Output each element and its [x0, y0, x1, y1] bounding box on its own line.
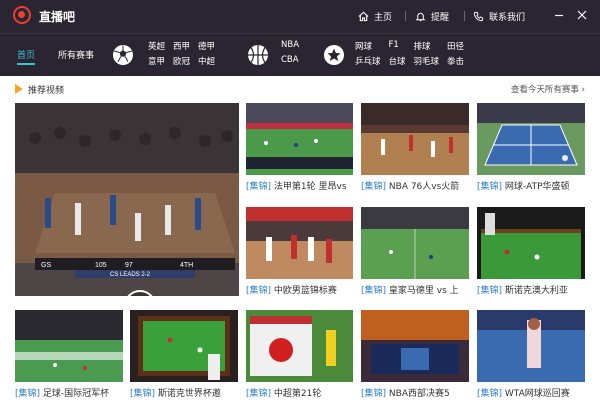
nav-league-item[interactable]: 中超 [198, 55, 215, 70]
nav-league-item[interactable]: 德甲 [198, 40, 215, 55]
soccer-field-image [361, 207, 469, 279]
video-caption[interactable]: [集锦] 斯诺克世界杯邀 [130, 386, 238, 399]
scoreboard-team: GS [41, 262, 51, 269]
video-caption[interactable]: [集锦] 皇家马德里 vs 上 [361, 283, 469, 296]
video-thumbnail[interactable] [477, 207, 585, 279]
bell-icon [415, 12, 426, 22]
nav-bar: 首页 所有赛事 英超 意甲 西甲 欧冠 德甲 中超 NBA CBA 网球 乒乓球… [0, 33, 600, 76]
soccer-field-image [15, 310, 123, 382]
basketball-court-image [361, 103, 469, 175]
featured-video-image: GS 105 97 4TH CS LEADS 2-2 [15, 103, 239, 296]
nav-league-item[interactable]: F1 [389, 40, 406, 55]
phone-icon [473, 11, 484, 22]
soccer-field-image [246, 103, 353, 175]
scoreboard-period: 4TH [180, 262, 193, 269]
app-logo-icon [13, 6, 31, 24]
divider [405, 11, 406, 21]
video-caption[interactable]: [集锦] NBA西部决赛5 [361, 386, 469, 399]
nav-league-item[interactable]: 拳击 [447, 55, 464, 70]
featured-video[interactable]: GS 105 97 4TH CS LEADS 2-2 [15, 103, 239, 296]
other-sports: 网球 乒乓球 F1 台球 排球 羽毛球 田径 拳击 [355, 40, 464, 70]
nav-league-item[interactable]: 台球 [389, 55, 406, 70]
nav-league-item[interactable]: 英超 [148, 40, 165, 55]
video-thumbnail[interactable] [246, 310, 353, 382]
basketball-leagues: NBA CBA [281, 40, 299, 70]
video-thumbnail[interactable] [477, 310, 585, 382]
team-lineup-image [246, 310, 353, 382]
football-leagues: 英超 意甲 西甲 欧冠 德甲 中超 [148, 40, 215, 70]
nav-league-item[interactable]: 欧冠 [173, 55, 190, 70]
football-icon [113, 45, 133, 65]
nav-league-item[interactable]: 网球 [355, 40, 381, 55]
section-header: 推荐视频 查看今天所有赛事 › [15, 83, 585, 97]
video-thumbnail[interactable] [15, 310, 123, 382]
home-link[interactable]: 主页 [358, 10, 392, 23]
notify-label: 提醒 [431, 13, 450, 23]
scoreboard-banner: CS LEADS 2-2 [110, 272, 151, 278]
video-caption[interactable]: [集锦] 足球-国际冠军杯 [15, 386, 123, 399]
nav-league-item[interactable]: 排球 [414, 40, 440, 55]
nav-all-tab[interactable]: 所有赛事 [58, 48, 94, 61]
close-icon[interactable] [576, 9, 588, 21]
video-caption[interactable]: [集锦] 网球-ATP华盛顿 [477, 179, 585, 192]
nav-league-item[interactable]: 羽毛球 [414, 55, 440, 70]
video-thumbnail[interactable] [246, 207, 353, 279]
section-title: 推荐视频 [28, 86, 65, 96]
video-caption[interactable]: [集锦] 中超第21轮 [246, 386, 353, 399]
video-thumbnail[interactable] [361, 310, 469, 382]
video-caption[interactable]: [集锦] WTA网球巡回赛 [477, 386, 585, 399]
video-caption[interactable]: [集锦] 法甲第1轮 里昂vs [246, 179, 353, 192]
contact-link[interactable]: 联系我们 [473, 10, 525, 23]
nav-league-item[interactable]: 田径 [447, 40, 464, 55]
video-thumbnail[interactable] [477, 103, 585, 175]
video-thumbnail[interactable] [361, 103, 469, 175]
nav-home-tab[interactable]: 首页 [17, 48, 36, 65]
starting-lineups-image [361, 310, 469, 382]
notify-link[interactable]: 提醒 [415, 10, 449, 23]
basketball-icon [248, 45, 268, 65]
scoreboard-score: 97 [125, 262, 133, 269]
view-all-link[interactable]: 查看今天所有赛事 › [511, 83, 585, 95]
nav-league-item[interactable]: 西甲 [173, 40, 190, 55]
tennis-player-image [477, 310, 585, 382]
nav-league-item[interactable]: 意甲 [148, 55, 165, 70]
app-title: 直播吧 [39, 10, 76, 24]
scoreboard-score: 105 [95, 262, 107, 269]
video-caption[interactable]: [集锦] 中欧男篮锦标赛 [246, 283, 353, 296]
snooker-table-image [477, 207, 585, 279]
home-icon [358, 11, 369, 22]
section-play-icon [15, 84, 23, 94]
home-label: 主页 [374, 13, 393, 23]
star-sport-icon [324, 45, 344, 65]
video-caption[interactable]: [集锦] 斯诺克澳大利亚 [477, 283, 585, 296]
video-thumbnail[interactable] [130, 310, 238, 382]
minimize-icon[interactable] [553, 9, 565, 21]
nav-league-item[interactable]: CBA [281, 55, 299, 70]
title-bar: 直播吧 主页 提醒 联系我们 [0, 0, 600, 33]
contact-label: 联系我们 [489, 13, 526, 23]
tennis-court-image [477, 103, 585, 175]
snooker-table-image [130, 310, 238, 382]
video-thumbnail[interactable] [246, 103, 353, 175]
video-caption[interactable]: [集锦] NBA 76人vs火箭 [361, 179, 469, 192]
nav-league-item[interactable]: 乒乓球 [355, 55, 381, 70]
video-thumbnail[interactable] [361, 207, 469, 279]
basketball-court-image [246, 207, 353, 279]
divider [464, 11, 465, 21]
nav-league-item[interactable]: NBA [281, 40, 299, 55]
